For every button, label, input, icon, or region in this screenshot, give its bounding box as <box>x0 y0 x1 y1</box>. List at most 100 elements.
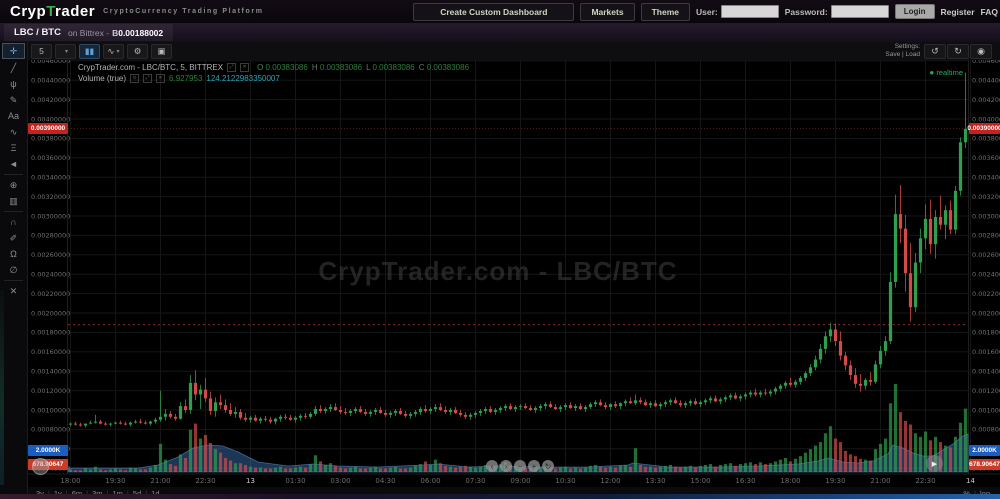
svg-text:0.00120000: 0.00120000 <box>31 387 70 395</box>
chart-legend: CrypTrader.com - LBC/BTC, 5, BITTREX ⤢ ✕… <box>78 62 469 84</box>
svg-text:0.00100000: 0.00100000 <box>972 406 1000 414</box>
last-price-badge-left: 0.00390000 <box>28 123 68 134</box>
svg-text:0.00160000: 0.00160000 <box>972 348 1000 356</box>
tool-brush[interactable]: ✎ <box>0 92 27 108</box>
zoom-in-icon: ⊕ <box>10 180 18 191</box>
tool-text-tool[interactable]: Aa <box>0 108 27 124</box>
chart-plot-area[interactable]: 0.004600000.004600000.004400000.00440000… <box>28 60 1000 499</box>
tool-crosshair[interactable]: ✛ <box>2 43 25 59</box>
tool-magnet[interactable]: ∩ <box>0 214 27 230</box>
svg-text:21:00: 21:00 <box>870 477 890 485</box>
volume-settings-icon[interactable]: ⊙ <box>130 74 139 83</box>
zoom-out-button[interactable]: − <box>514 460 526 472</box>
ohlc-value: 0.00383086 <box>370 63 415 72</box>
password-input[interactable] <box>831 5 889 18</box>
create-dashboard-button[interactable]: Create Custom Dashboard <box>413 3 574 21</box>
volume-scale-badge-right: 2.0000K <box>969 445 1000 456</box>
toolbar-separator <box>4 174 23 175</box>
tool-measure[interactable]: ▥ <box>0 193 27 209</box>
svg-text:0.00340000: 0.00340000 <box>31 174 70 182</box>
bottom-gradient-strip <box>0 494 1000 499</box>
svg-text:13: 13 <box>246 477 255 485</box>
realtime-indicator: ● realtime <box>929 68 963 77</box>
svg-text:0.00440000: 0.00440000 <box>972 77 1000 85</box>
svg-text:22:30: 22:30 <box>915 477 935 485</box>
interval-dropdown[interactable]: ▾ <box>55 44 76 59</box>
svg-text:13:30: 13:30 <box>645 477 665 485</box>
tool-trend-line[interactable]: ╱ <box>0 60 27 76</box>
legend-expand-icon[interactable]: ⤢ <box>227 63 236 72</box>
theme-button[interactable]: Theme <box>641 3 690 21</box>
svg-text:18:00: 18:00 <box>780 477 800 485</box>
login-button[interactable]: Login <box>895 4 935 19</box>
tool-zoom-in[interactable]: ⊕ <box>0 177 27 193</box>
tool-xabcd-pattern[interactable]: ∿ <box>0 124 27 140</box>
pitchfork-icon: ψ <box>10 79 16 89</box>
volume-close-icon[interactable]: ✕ <box>156 74 165 83</box>
tool-pitchfork[interactable]: ψ <box>0 76 27 92</box>
svg-text:0.00240000: 0.00240000 <box>972 271 1000 279</box>
user-label: User: <box>696 7 718 17</box>
chart-settings-button[interactable]: ⚙ <box>127 44 148 59</box>
scroll-left-button[interactable]: ‹ <box>486 460 498 472</box>
svg-text:0.00360000: 0.00360000 <box>972 154 1000 162</box>
chevron-down-icon: ▾ <box>65 48 68 55</box>
snapshot-button[interactable]: ◉ <box>970 44 992 59</box>
svg-text:0.00280000: 0.00280000 <box>31 232 70 240</box>
markets-button[interactable]: Markets <box>580 3 634 21</box>
tool-arrow-tool[interactable]: ◄ <box>0 156 27 172</box>
elliott-wave-icon: Ξ <box>11 143 17 153</box>
undo-button[interactable]: ↺ <box>924 44 946 59</box>
volume-value-2: 124.2122983350007 <box>206 74 279 83</box>
zoom-in-button[interactable]: + <box>528 460 540 472</box>
chart-style-dropdown[interactable]: ∿▾ <box>103 44 124 59</box>
faq-link[interactable]: FAQ <box>981 7 998 17</box>
tool-lock-drawings[interactable]: Ω <box>0 246 27 262</box>
tool-remove-drawings[interactable]: ✕ <box>0 283 27 299</box>
screenshot-button[interactable]: ▣ <box>151 44 172 59</box>
svg-text:18:00: 18:00 <box>60 477 80 485</box>
svg-text:19:30: 19:30 <box>105 477 125 485</box>
svg-text:12:00: 12:00 <box>600 477 620 485</box>
watermark-logo-circle <box>32 458 49 475</box>
volume-scale-badge-left: 2.0000K <box>28 445 68 456</box>
svg-text:0.00340000: 0.00340000 <box>972 174 1000 182</box>
interval-button[interactable]: 5 <box>31 44 52 59</box>
camera-icon: ▣ <box>157 46 165 57</box>
magnet-icon: ∩ <box>10 217 16 227</box>
svg-text:09:00: 09:00 <box>510 477 530 485</box>
svg-text:0.00140000: 0.00140000 <box>972 368 1000 376</box>
tool-draw-mode[interactable]: ✐ <box>0 230 27 246</box>
realtime-dot-icon: ● <box>929 68 934 77</box>
scroll-right-button[interactable]: › <box>500 460 512 472</box>
hide-drawings-icon: ∅ <box>10 265 18 276</box>
tab-lbc-btc[interactable]: LBC / BTC on Bittrex - B 0.00188002 <box>4 24 173 41</box>
volume-value: 6.927953 <box>169 74 202 83</box>
user-input[interactable] <box>721 5 779 18</box>
legend-close-icon[interactable]: ✕ <box>240 63 249 72</box>
tool-hide-drawings[interactable]: ∅ <box>0 262 27 278</box>
candlestick-style-button[interactable]: ▮▮ <box>79 44 100 59</box>
svg-text:0.00460000: 0.00460000 <box>972 60 1000 65</box>
tool-elliott-wave[interactable]: Ξ <box>0 140 27 156</box>
svg-text:0.00160000: 0.00160000 <box>31 348 70 356</box>
reset-view-button[interactable]: ↻ <box>542 460 554 472</box>
logo-t-icon: T <box>46 3 55 20</box>
svg-text:0.00180000: 0.00180000 <box>31 329 70 337</box>
svg-text:14: 14 <box>966 477 975 485</box>
volume-expand-icon[interactable]: ⤢ <box>143 74 152 83</box>
svg-text:01:30: 01:30 <box>285 477 305 485</box>
svg-text:0.00360000: 0.00360000 <box>31 154 70 162</box>
legend-ohlc: O 0.00383086H 0.00383086L 0.00383086C 0.… <box>253 63 469 72</box>
register-link[interactable]: Register <box>941 7 975 17</box>
play-button[interactable]: ▶ <box>926 455 943 472</box>
svg-text:0.00220000: 0.00220000 <box>972 290 1000 298</box>
settings-save-load[interactable]: Settings:Save | Load <box>885 43 920 59</box>
volume-value-badge-right: 678.90647 <box>969 459 1000 470</box>
svg-text:0.00260000: 0.00260000 <box>972 251 1000 259</box>
redo-button[interactable]: ↻ <box>947 44 969 59</box>
toolbar-separator <box>4 280 23 281</box>
legend-volume-label: Volume (true) <box>78 74 126 83</box>
chart-tab-bar: LBC / BTC on Bittrex - B 0.00188002 <box>0 23 1000 42</box>
ohlc-value: 0.00383086 <box>425 63 470 72</box>
